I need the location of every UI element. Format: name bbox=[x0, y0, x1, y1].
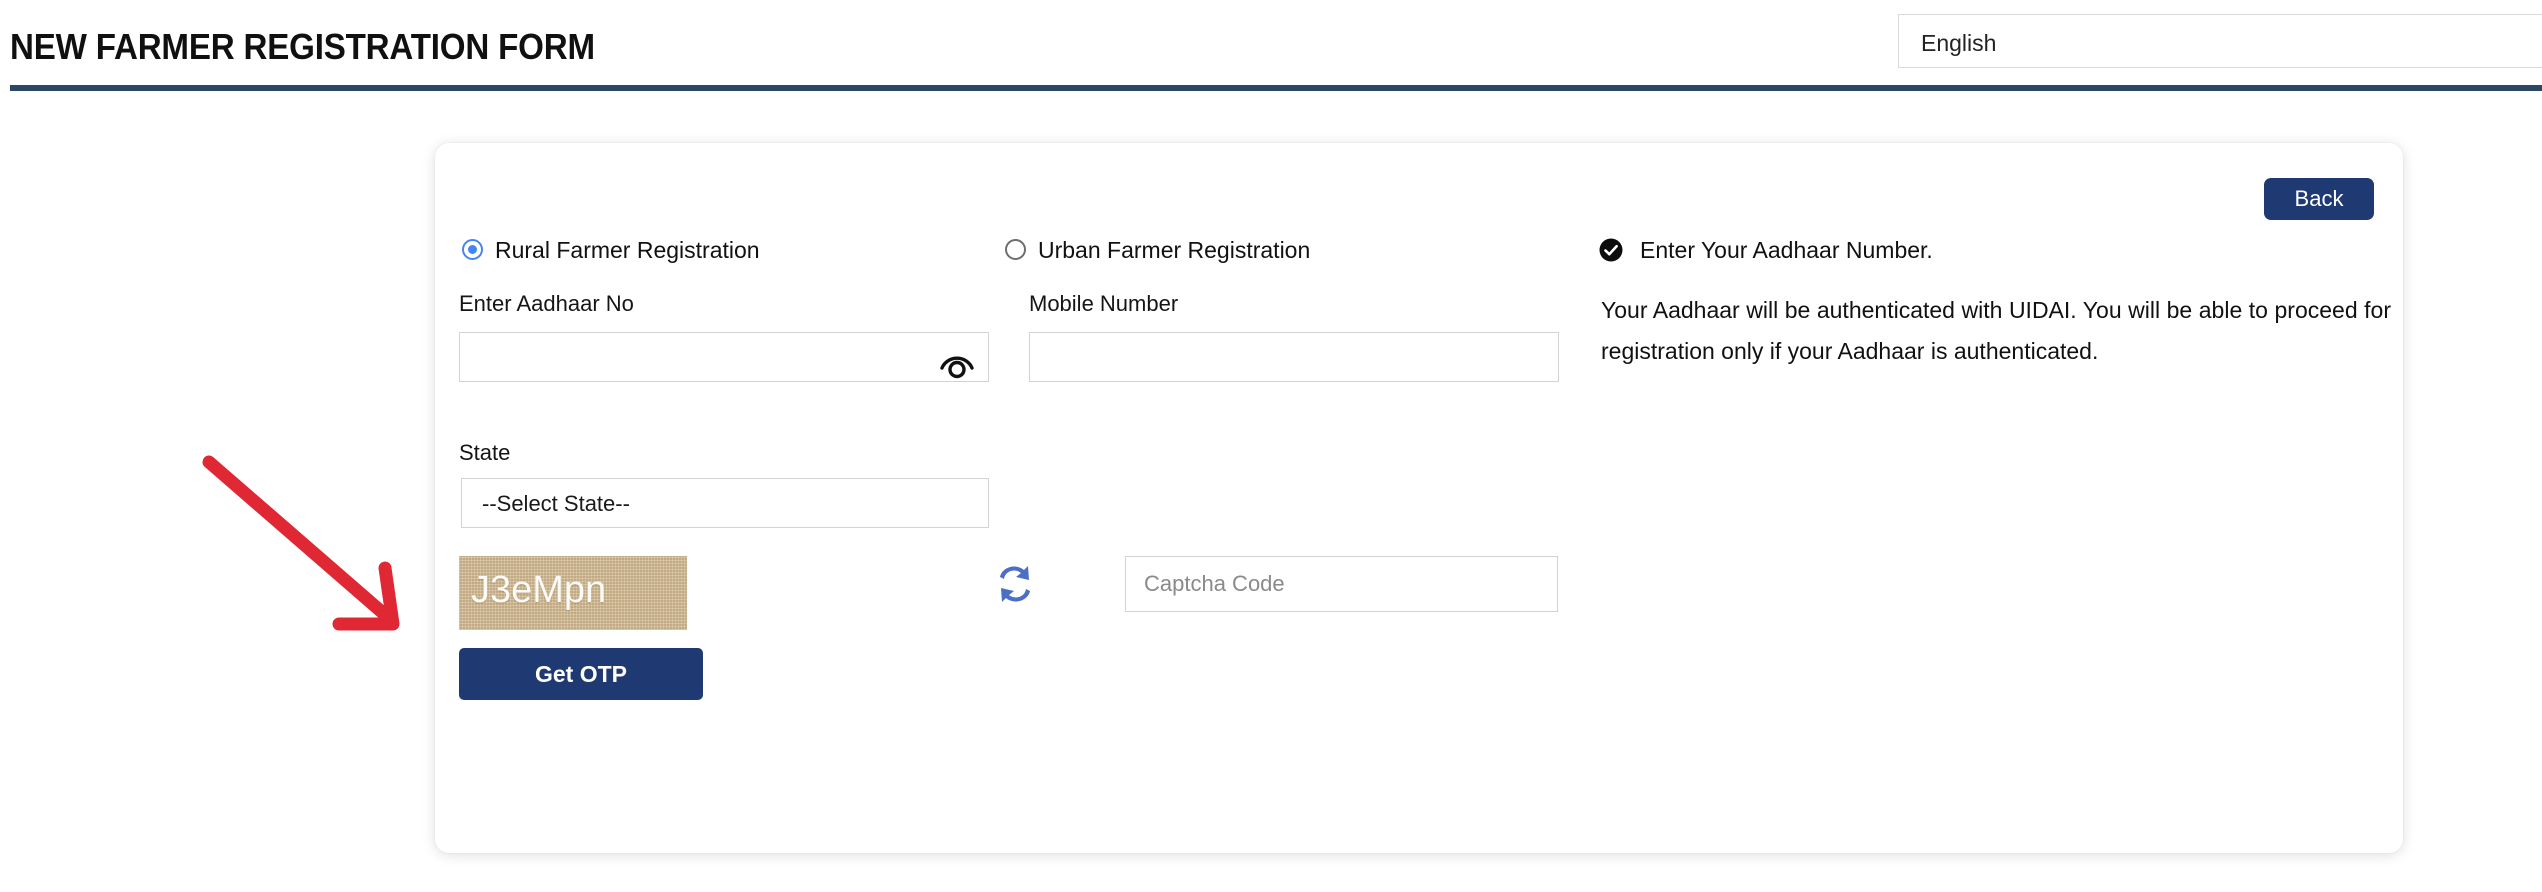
captcha-code-text: J3eMpn bbox=[471, 569, 606, 612]
language-select[interactable]: English bbox=[1898, 14, 2542, 68]
get-otp-button[interactable]: Get OTP bbox=[459, 648, 703, 700]
state-field-label: State bbox=[459, 440, 510, 466]
aadhaar-field-label: Enter Aadhaar No bbox=[459, 291, 634, 317]
mobile-input[interactable] bbox=[1029, 332, 1559, 382]
annotation-arrow-icon bbox=[195, 440, 435, 640]
back-button[interactable]: Back bbox=[2264, 178, 2374, 220]
radio-unselected-icon bbox=[1005, 239, 1026, 260]
language-select-value: English bbox=[1921, 30, 1996, 57]
check-circle-icon bbox=[1598, 237, 1624, 263]
radio-urban-label: Urban Farmer Registration bbox=[1038, 237, 1310, 264]
refresh-icon[interactable] bbox=[988, 558, 1042, 610]
mobile-field-label: Mobile Number bbox=[1029, 291, 1178, 317]
radio-selected-icon bbox=[462, 239, 483, 260]
radio-rural-label: Rural Farmer Registration bbox=[495, 237, 760, 264]
info-panel-heading: Enter Your Aadhaar Number. bbox=[1640, 237, 1933, 264]
state-select[interactable]: --Select State-- bbox=[461, 478, 989, 528]
header-divider bbox=[10, 85, 2542, 91]
info-panel-paragraph: Your Aadhaar will be authenticated with … bbox=[1601, 290, 2391, 372]
page-header: NEW FARMER REGISTRATION FORM English bbox=[0, 0, 2542, 92]
captcha-image: J3eMpn bbox=[459, 556, 687, 630]
state-select-value: --Select State-- bbox=[482, 491, 630, 517]
page-title: NEW FARMER REGISTRATION FORM bbox=[10, 26, 595, 68]
aadhaar-input[interactable] bbox=[459, 332, 989, 382]
eye-icon[interactable] bbox=[936, 340, 978, 382]
captcha-input[interactable] bbox=[1125, 556, 1558, 612]
